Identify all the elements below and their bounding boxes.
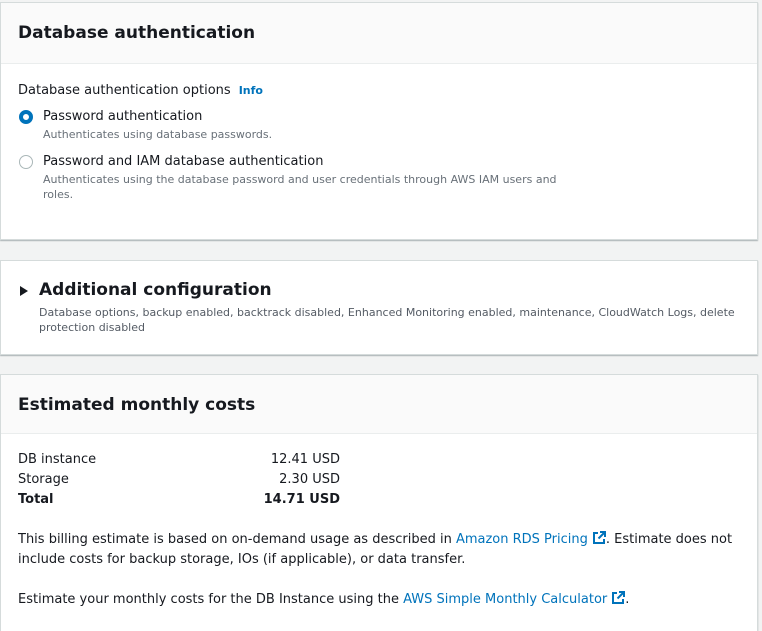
radio-label[interactable]: Password and IAM database authentication <box>43 154 323 169</box>
radio-button[interactable] <box>19 155 33 169</box>
rds-pricing-link-label[interactable]: Amazon RDS Pricing <box>456 532 588 547</box>
caret-right-icon[interactable] <box>20 286 28 296</box>
calc-text-before: Estimate your monthly costs for the DB I… <box>18 592 404 607</box>
radio-label[interactable]: Password authentication <box>43 109 202 124</box>
auth-options-label: Database authentication options <box>18 83 231 98</box>
cost-label: Total <box>18 492 54 507</box>
external-link-icon[interactable] <box>592 531 606 545</box>
expandable-section-title[interactable]: Additional configuration <box>39 280 272 300</box>
cost-label: Storage <box>18 472 69 487</box>
external-link-icon[interactable] <box>611 591 626 605</box>
cost-value: 14.71 USD <box>263 492 340 507</box>
monthly-calculator-link-label[interactable]: AWS Simple Monthly Calculator <box>403 592 607 607</box>
estimated-costs-panel: Estimated monthly costs DB instance 12.4… <box>0 374 758 631</box>
calculator-text: Estimate your monthly costs for the DB I… <box>18 590 738 610</box>
section-title: Database authentication <box>18 23 256 43</box>
expandable-section-description: Database options, backup enabled, backtr… <box>39 306 735 334</box>
info-link[interactable]: Info <box>239 84 263 97</box>
section-title: Estimated monthly costs <box>18 395 256 415</box>
cost-row-total: Total 14.71 USD <box>18 492 340 510</box>
radio-description: Authenticates using the database passwor… <box>43 173 557 201</box>
monthly-calculator-link[interactable]: AWS Simple Monthly Calculator <box>403 591 626 607</box>
billing-text-before: This billing estimate is based on on-dem… <box>18 532 456 547</box>
field-label: Database authentication options Info <box>18 83 263 98</box>
cost-value: 2.30 USD <box>279 472 340 487</box>
panel-header: Estimated monthly costs <box>1 375 757 434</box>
billing-estimate-text: This billing estimate is based on on-dem… <box>18 530 738 570</box>
calc-text-after: . <box>625 592 630 607</box>
database-authentication-panel: Database authentication Database authent… <box>0 2 758 240</box>
panel-header: Database authentication <box>1 3 757 64</box>
radio-button-selected[interactable] <box>19 110 33 124</box>
rds-pricing-link[interactable]: Amazon RDS Pricing <box>456 531 606 547</box>
cost-row-storage: Storage 2.30 USD <box>18 472 340 490</box>
cost-label: DB instance <box>18 452 97 467</box>
additional-configuration-panel: Additional configuration Database option… <box>0 260 758 355</box>
cost-value: 12.41 USD <box>270 452 340 467</box>
radio-description: Authenticates using database passwords. <box>43 128 273 141</box>
cost-row-db-instance: DB instance 12.41 USD <box>18 452 340 470</box>
